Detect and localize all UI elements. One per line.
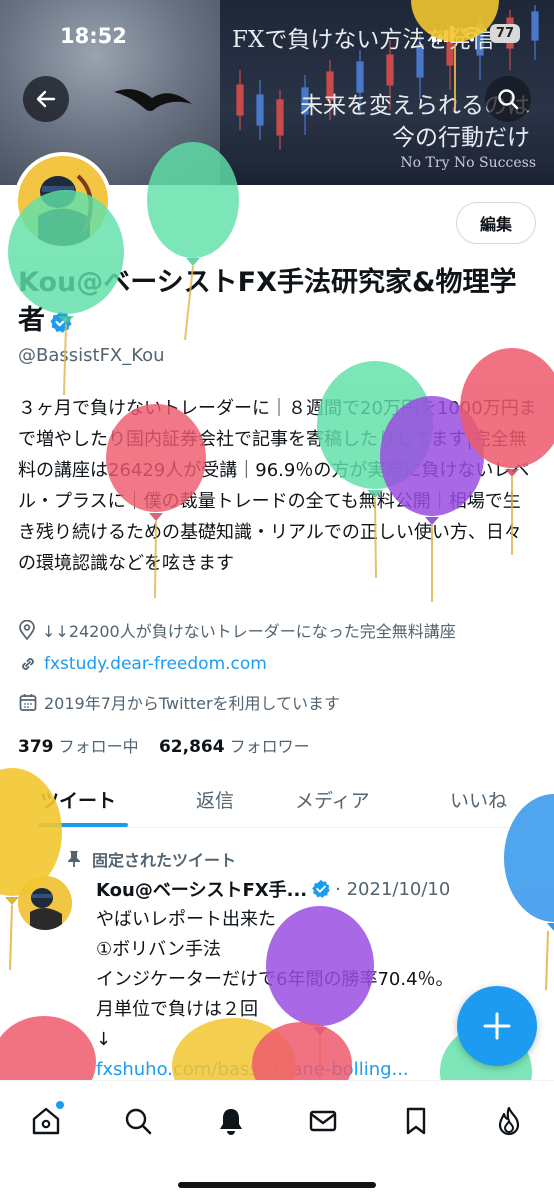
profile-handle: @BassistFX_Kou [18,345,165,366]
profile-tabs: ツイート 返信 メディア いいね [0,770,554,828]
tweet-author[interactable]: Kou@ベーシストFX手... [96,876,307,902]
profile-avatar[interactable] [14,152,112,250]
location-pin-icon [19,620,35,640]
active-tab-indicator [38,823,128,827]
nav-messages[interactable] [303,1101,343,1141]
profile-website: fxstudy.dear-freedom.com [18,654,267,674]
plus-icon [483,1012,511,1040]
tweet-line: ①ボリバン手法 [96,939,222,960]
tweet-line: インジケーターだけで6年間の勝率70.4％。 [96,969,454,990]
signal-icon [431,25,454,42]
profile-name: Kou@ベーシストFX手法研究家&物理学者 [18,264,538,340]
tweet-header: Kou@ベーシストFX手... · 2021/10/10 [96,876,450,902]
following-label: フォロー中 [58,737,139,756]
pinned-text: 固定されたツイート [92,851,237,870]
followers-count: 62,864 [158,737,225,757]
link-icon [22,658,34,670]
follow-stats: 379 フォロー中 62,864 フォロワー [18,733,310,757]
website-link[interactable]: fxstudy.dear-freedom.com [44,654,267,674]
tweet-date-text: 2021/10/10 [346,878,451,900]
avatar-illustration [18,876,72,930]
bird-silhouette-icon [114,89,192,111]
following-link[interactable]: 379 フォロー中 [18,737,139,757]
search-icon [125,1108,152,1135]
profile-joined: 2019年7月からTwitterを利用しています [18,690,340,714]
calendar-icon [19,694,37,711]
banner-quote-line-2: 今の行動だけ [392,125,530,151]
tab-tweets[interactable]: ツイート [40,786,116,813]
bookmark-icon [406,1107,426,1135]
back-button[interactable] [23,76,69,122]
search-button[interactable] [485,76,531,122]
search-icon [498,89,519,110]
verified-badge-icon [50,310,72,333]
nav-bookmarks[interactable] [396,1101,436,1141]
notification-dot [56,1101,64,1109]
status-icons: 77 [431,24,520,43]
flame-icon [498,1106,520,1136]
mail-icon [309,1110,337,1132]
profile-bio: ３ヶ月で負けないトレーダーに｜８週間で20万円を1000万円まで増やしたり国内証… [18,398,537,574]
following-count: 379 [18,737,54,757]
status-time: 18:52 [60,24,127,48]
joined-text: 2019年7月からTwitterを利用しています [44,694,341,713]
battery-indicator: 77 [489,24,520,43]
nav-search[interactable] [118,1101,158,1141]
followers-link[interactable]: 62,864 フォロワー [158,737,310,757]
verified-badge-icon [312,879,330,898]
profile-name-text: Kou@ベーシストFX手法研究家&物理学者 [18,267,517,336]
tab-media[interactable]: メディア [295,786,370,813]
edit-profile-button[interactable]: 編集 [456,202,536,244]
wifi-icon [462,26,482,41]
tweet-avatar[interactable] [18,876,72,930]
compose-tweet-button[interactable] [457,986,537,1066]
tab-likes[interactable]: いいね [450,786,507,813]
nav-home[interactable] [26,1101,66,1141]
followers-label: フォロワー [229,737,310,756]
bell-icon [220,1109,242,1135]
tab-replies[interactable]: 返信 [196,786,234,813]
tweet-line: やばいレポート出来た [96,909,276,930]
tweet-date: · 2021/10/10 [335,878,451,900]
pin-icon [68,851,80,867]
banner-motto: No Try No Success [400,155,536,171]
pinned-tweet-label: 固定されたツイート [66,847,236,871]
profile-location: ↓↓24200人が負けないトレーダーになった完全無料講座 [18,618,456,642]
nav-communities[interactable] [489,1101,529,1141]
home-icon [32,1107,60,1135]
location-text: ↓↓24200人が負けないトレーダーになった完全無料講座 [42,622,456,641]
arrow-left-icon [36,90,56,108]
home-indicator [178,1182,376,1188]
avatar-illustration [18,156,108,246]
nav-notifications[interactable] [211,1101,251,1141]
